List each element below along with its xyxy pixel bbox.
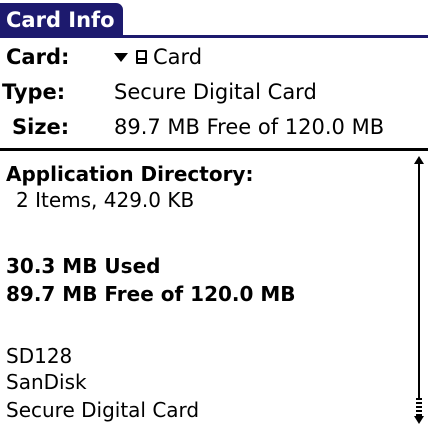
details-panel: Application Directory: 2 Items, 429.0 KB… bbox=[0, 151, 400, 431]
type-value: Secure Digital Card bbox=[114, 80, 317, 104]
card-name: SD128 bbox=[6, 344, 73, 368]
used-space: 30.3 MB Used bbox=[6, 254, 161, 278]
triangle-down-icon bbox=[114, 52, 128, 62]
title-bar: Card Info bbox=[0, 3, 123, 37]
size-label: Size: bbox=[12, 115, 70, 139]
title-underline bbox=[0, 35, 428, 38]
scroll-down-arrow-icon[interactable] bbox=[414, 416, 424, 424]
page-title: Card Info bbox=[6, 8, 115, 32]
type-label: Type: bbox=[2, 80, 66, 104]
card-label: Card: bbox=[6, 45, 70, 69]
app-directory-summary: 2 Items, 429.0 KB bbox=[16, 188, 195, 212]
details-scrollbar[interactable] bbox=[414, 156, 428, 426]
scrollbar-track[interactable] bbox=[418, 164, 420, 398]
size-value: 89.7 MB Free of 120.0 MB bbox=[114, 115, 385, 139]
card-selector-dropdown[interactable]: Card bbox=[114, 42, 202, 72]
card-type: Secure Digital Card bbox=[6, 398, 200, 422]
scrollbar-thumb[interactable] bbox=[416, 398, 422, 416]
free-space: 89.7 MB Free of 120.0 MB bbox=[6, 282, 296, 306]
app-directory-heading: Application Directory: bbox=[6, 162, 254, 186]
scroll-up-arrow-icon[interactable] bbox=[414, 156, 424, 164]
card-icon bbox=[136, 50, 147, 64]
card-manufacturer: SanDisk bbox=[6, 370, 87, 394]
card-selector-value: Card bbox=[153, 45, 203, 69]
